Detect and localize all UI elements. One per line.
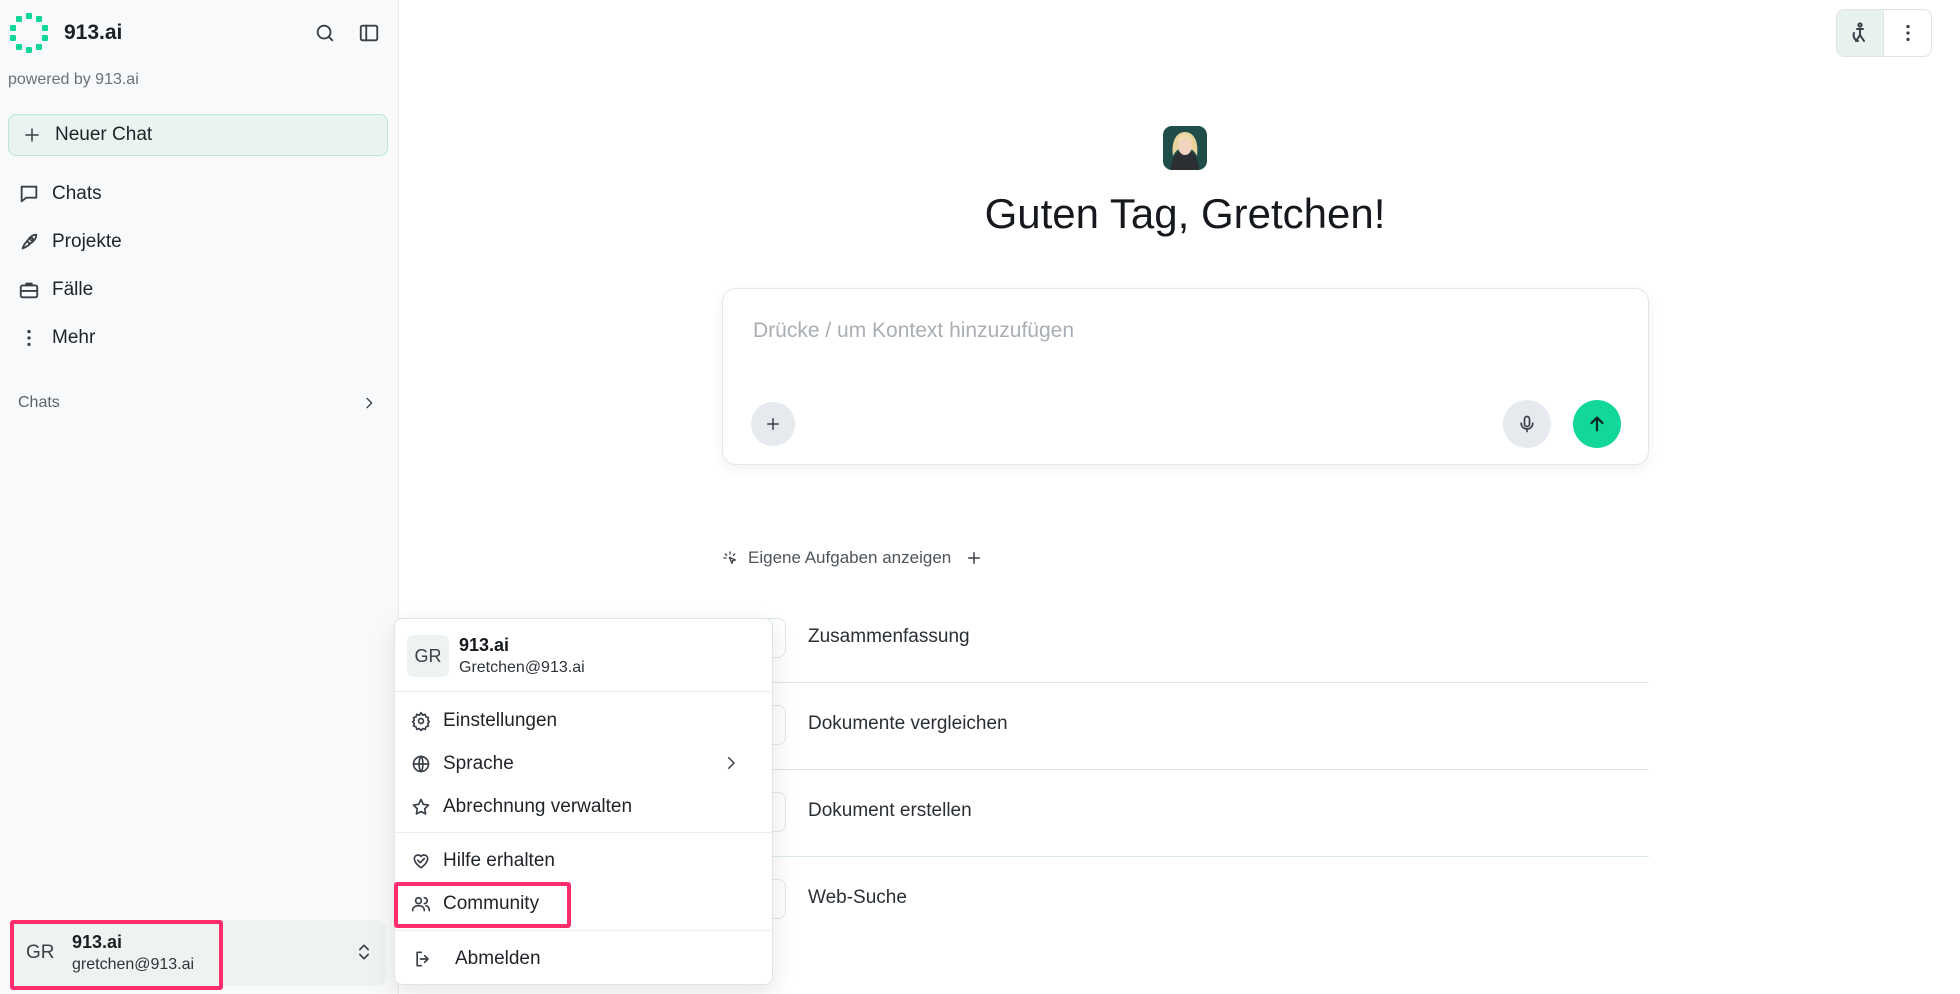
sidebar-item-label: Fälle	[52, 279, 94, 300]
plus-icon[interactable]	[965, 549, 983, 567]
menu-item-logout[interactable]: Abmelden	[395, 939, 772, 979]
assistant-avatar	[1163, 126, 1207, 170]
arrow-up-icon	[1590, 416, 1604, 432]
send-button[interactable]	[1573, 400, 1621, 448]
suggestion-label: Zusammenfassung	[808, 626, 970, 647]
search-button[interactable]	[310, 18, 340, 48]
brand-logo-icon	[10, 13, 48, 53]
menu-org: 913.ai	[459, 635, 510, 655]
menu-item-label: Sprache	[443, 753, 514, 774]
powered-by-text: powered by 913.ai	[8, 71, 139, 88]
account-highlight-box	[10, 920, 223, 990]
avatar-portrait-icon	[1163, 126, 1207, 170]
logout-icon	[416, 951, 429, 967]
sparkle-pointer-icon	[723, 551, 736, 564]
sidebar-item-mehr[interactable]: Mehr	[0, 318, 399, 358]
suggestion-label: Dokument erstellen	[808, 800, 972, 821]
sidebar-item-label: Mehr	[52, 327, 96, 348]
sidebar-item-projekte[interactable]: Projekte	[0, 222, 399, 262]
briefcase-icon	[19, 282, 39, 299]
suggestion-label: Dokumente vergleichen	[808, 713, 1008, 734]
more-vertical-icon	[1905, 24, 1910, 42]
menu-item-language[interactable]: Sprache	[395, 744, 772, 784]
accessibility-icon	[1852, 22, 1865, 42]
suggestion-item[interactable]: Web-Suche	[758, 857, 1649, 944]
sidebar-panel-icon	[359, 24, 379, 42]
menu-avatar: GR	[407, 635, 449, 677]
composer-input[interactable]: Drücke / um Kontext hinzuzufügen	[753, 319, 1074, 343]
account-menu: GR 913.ai Gretchen@913.ai Einstellungen …	[394, 618, 773, 985]
menu-email: Gretchen@913.ai	[459, 659, 585, 676]
star-icon	[412, 798, 430, 815]
top-right-toolbar	[1836, 9, 1932, 57]
menu-item-label: Abmelden	[455, 948, 541, 969]
microphone-button[interactable]	[1503, 400, 1551, 448]
globe-icon	[412, 755, 430, 773]
sidebar: 913.ai powered by 913.ai Neuer Chat Chat…	[0, 0, 399, 994]
plus-icon	[767, 418, 779, 430]
add-context-button[interactable]	[751, 402, 795, 446]
rocket-icon	[21, 233, 38, 250]
menu-item-label: Hilfe erhalten	[443, 850, 555, 871]
toggle-sidebar-button[interactable]	[354, 18, 384, 48]
chats-section-header[interactable]: Chats	[0, 388, 399, 418]
menu-item-billing[interactable]: Abrechnung verwalten	[395, 787, 772, 827]
menu-account-header: GR 913.ai Gretchen@913.ai	[395, 619, 772, 692]
suggestion-item[interactable]: Zusammenfassung	[758, 596, 1649, 683]
menu-item-label: Einstellungen	[443, 710, 558, 731]
chevron-right-icon	[366, 397, 373, 409]
brand[interactable]: 913.ai	[8, 12, 122, 54]
new-chat-label: Neuer Chat	[55, 124, 153, 145]
chevrons-up-down-icon	[359, 944, 369, 960]
more-vertical-icon	[27, 329, 31, 347]
search-icon	[316, 24, 334, 42]
sidebar-item-label: Chats	[52, 183, 102, 204]
menu-divider	[395, 832, 772, 833]
sidebar-item-faelle[interactable]: Fälle	[0, 270, 399, 310]
more-options-button[interactable]	[1884, 10, 1931, 56]
menu-item-settings[interactable]: Einstellungen	[395, 701, 772, 741]
custom-tasks-row[interactable]: Eigene Aufgaben anzeigen	[722, 546, 983, 570]
suggestion-label: Web-Suche	[808, 887, 907, 908]
accessibility-button[interactable]	[1837, 10, 1885, 56]
plus-icon	[25, 128, 39, 142]
chevron-right-icon	[728, 757, 735, 769]
brand-name: 913.ai	[64, 21, 123, 44]
section-label: Chats	[18, 394, 60, 411]
message-icon	[20, 185, 38, 203]
community-highlight-box	[394, 882, 571, 928]
heart-handshake-icon	[413, 854, 429, 869]
gear-icon	[411, 711, 431, 731]
menu-divider	[395, 930, 772, 931]
new-chat-button[interactable]: Neuer Chat	[8, 114, 388, 156]
suggestion-item[interactable]: Dokument erstellen	[758, 770, 1649, 857]
sidebar-item-chats[interactable]: Chats	[0, 174, 399, 214]
suggestion-item[interactable]: Dokumente vergleichen	[758, 683, 1649, 770]
composer: Drücke / um Kontext hinzuzufügen	[722, 288, 1649, 465]
menu-item-help[interactable]: Hilfe erhalten	[395, 841, 772, 881]
sidebar-item-label: Projekte	[52, 231, 122, 252]
greeting-heading: Guten Tag, Gretchen!	[984, 190, 1386, 237]
menu-item-label: Abrechnung verwalten	[443, 796, 633, 817]
custom-tasks-label: Eigene Aufgaben anzeigen	[748, 548, 952, 567]
microphone-icon	[1520, 415, 1534, 433]
